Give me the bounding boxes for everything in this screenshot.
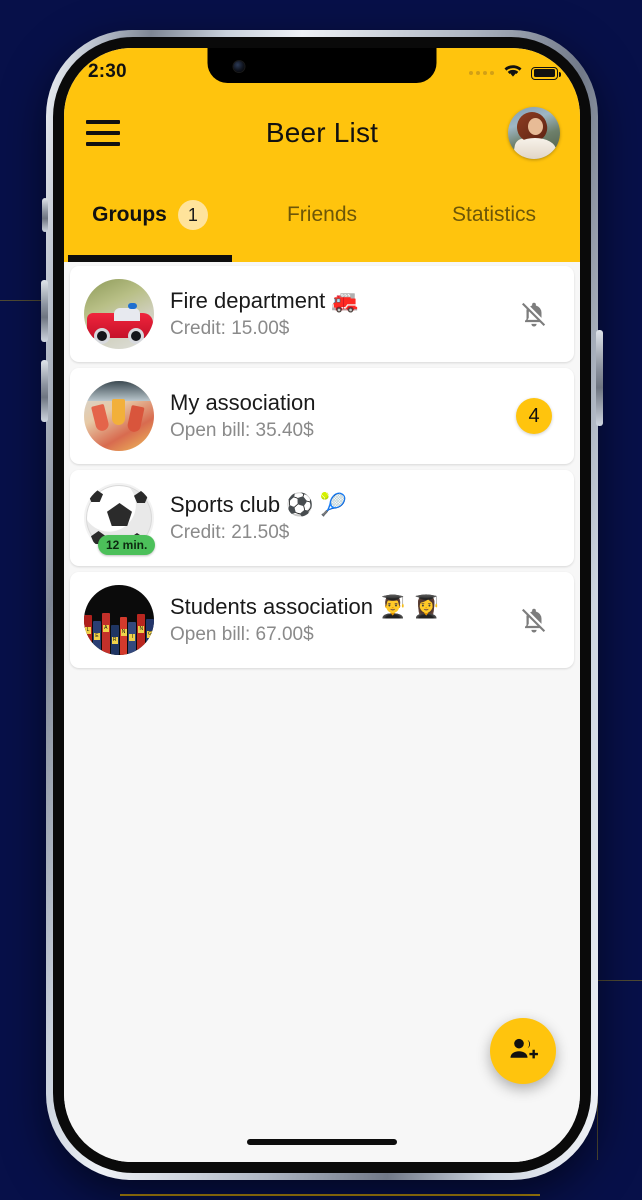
soccer-ball-avatar: 12 min. bbox=[84, 483, 156, 555]
list-item-trailing[interactable] bbox=[512, 605, 556, 635]
page-backdrop: 2:30 Beer List Groups 1 Friends Statisti… bbox=[0, 0, 642, 1200]
book-spine: N bbox=[119, 617, 128, 655]
bell-off-icon[interactable] bbox=[519, 605, 549, 635]
book-spine: L bbox=[84, 615, 92, 655]
group-title: My association bbox=[170, 390, 316, 416]
list-item[interactable]: 12 min. Sports club ⚽ 🎾 Credit: 21.50$ bbox=[70, 470, 574, 566]
avatar-dress bbox=[514, 138, 556, 159]
tab-bar: Groups 1 Friends Statistics bbox=[64, 174, 580, 262]
front-camera-icon bbox=[233, 61, 245, 72]
group-subtitle: Open bill: 67.00$ bbox=[170, 623, 314, 645]
time-badge: 12 min. bbox=[98, 535, 156, 555]
status-indicators bbox=[469, 62, 561, 84]
book-spine: G bbox=[146, 619, 154, 655]
group-subtitle: Credit: 15.00$ bbox=[170, 317, 290, 339]
book-spine: R bbox=[110, 625, 119, 655]
tab-groups-label: Groups bbox=[92, 203, 167, 226]
drinks-avatar bbox=[84, 381, 154, 451]
list-item-text: Sports club ⚽ 🎾 Credit: 21.50$ bbox=[170, 492, 512, 544]
group-subtitle: Credit: 21.50$ bbox=[170, 521, 290, 543]
phone-frame: 2:30 Beer List Groups 1 Friends Statisti… bbox=[41, 30, 603, 1180]
cellular-dots-icon bbox=[469, 71, 494, 75]
book-spine: I bbox=[128, 622, 137, 655]
hamburger-menu-icon[interactable] bbox=[86, 120, 120, 146]
tab-friends[interactable]: Friends bbox=[236, 188, 408, 242]
battery-full-icon bbox=[531, 66, 561, 80]
add-group-button[interactable] bbox=[490, 1018, 556, 1084]
list-item-trailing[interactable]: 4 bbox=[512, 398, 556, 434]
book-spine: N bbox=[137, 614, 146, 655]
book-spine: E bbox=[92, 621, 101, 655]
list-item[interactable]: My association Open bill: 35.40$ 4 bbox=[70, 368, 574, 464]
group-title: Sports club ⚽ 🎾 bbox=[170, 492, 348, 518]
display-notch bbox=[207, 48, 437, 83]
fire-truck-avatar bbox=[84, 279, 154, 349]
title-bar: Beer List bbox=[64, 92, 580, 174]
group-title: Fire department 🚒 bbox=[170, 288, 359, 314]
home-indicator[interactable] bbox=[247, 1139, 397, 1145]
tab-friends-label: Friends bbox=[286, 203, 358, 226]
list-item-text: Fire department 🚒 Credit: 15.00$ bbox=[170, 288, 512, 340]
book-spine: A bbox=[101, 613, 110, 655]
list-item[interactable]: Fire department 🚒 Credit: 15.00$ bbox=[70, 266, 574, 362]
wifi-icon bbox=[502, 62, 524, 84]
silence-switch[interactable] bbox=[42, 198, 48, 232]
guide-line-bottom bbox=[120, 1194, 540, 1196]
list-item[interactable]: LEARNING Students association 👨‍🎓 👩‍🎓 Op… bbox=[70, 572, 574, 668]
status-clock: 2:30 bbox=[88, 60, 127, 82]
volume-down-button[interactable] bbox=[41, 360, 48, 422]
avatar-face bbox=[528, 118, 543, 135]
tab-statistics[interactable]: Statistics bbox=[408, 188, 580, 242]
phone-screen: 2:30 Beer List Groups 1 Friends Statisti… bbox=[64, 48, 580, 1162]
list-item-text: My association Open bill: 35.40$ bbox=[170, 390, 512, 442]
tab-groups-badge: 1 bbox=[177, 200, 208, 230]
group-subtitle: Open bill: 35.40$ bbox=[170, 419, 314, 441]
group-add-icon bbox=[507, 1033, 539, 1070]
page-title: Beer List bbox=[265, 117, 379, 148]
tab-statistics-label: Statistics bbox=[451, 203, 537, 226]
bell-off-icon[interactable] bbox=[519, 299, 549, 329]
power-button[interactable] bbox=[596, 330, 603, 426]
list-item-trailing[interactable] bbox=[512, 299, 556, 329]
active-tab-indicator bbox=[68, 255, 232, 262]
books-avatar: LEARNING bbox=[84, 585, 154, 655]
status-badge[interactable]: 4 bbox=[516, 398, 552, 434]
list-item-text: Students association 👨‍🎓 👩‍🎓 Open bill: … bbox=[170, 594, 512, 646]
volume-up-button[interactable] bbox=[41, 280, 48, 342]
avatar[interactable] bbox=[508, 107, 560, 159]
group-title: Students association 👨‍🎓 👩‍🎓 bbox=[170, 594, 441, 620]
tab-groups[interactable]: Groups 1 bbox=[64, 188, 236, 242]
